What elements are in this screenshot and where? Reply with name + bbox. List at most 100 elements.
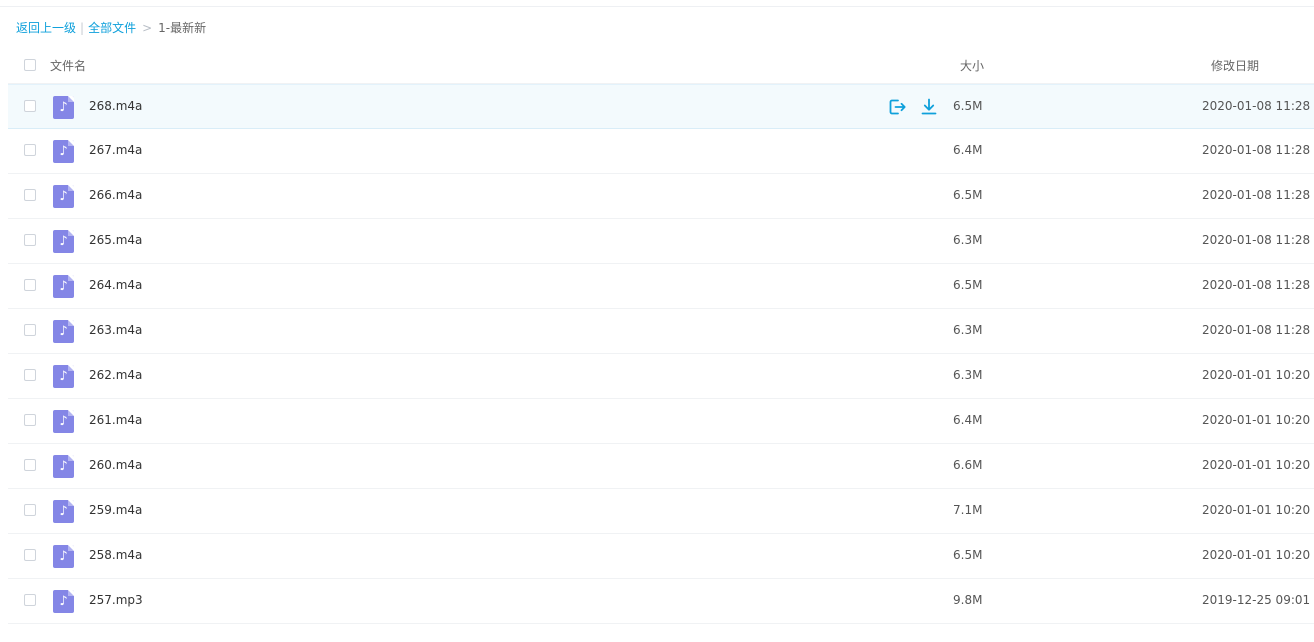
file-size: 6.6M [953,458,983,472]
row-checkbox[interactable] [24,594,36,606]
file-size: 6.5M [953,188,983,202]
table-header: 文件名 大小 修改日期 [8,45,1314,84]
all-files-link[interactable]: 全部文件 [88,21,136,35]
music-note-icon: ♪ [59,549,68,564]
file-name[interactable]: 265.m4a [89,233,142,247]
music-note-icon: ♪ [59,369,68,384]
table-row[interactable]: ♪ 263.m4a 6.3M 2020-01-08 11:28 [8,309,1314,354]
table-row[interactable]: ♪ 259.m4a 7.1M 2020-01-01 10:20 [8,489,1314,534]
table-row[interactable]: ♪ 258.m4a 6.5M 2020-01-01 10:20 [8,534,1314,579]
audio-file-icon: ♪ [53,590,74,613]
music-note-icon: ♪ [59,324,68,339]
music-note-icon: ♪ [59,144,68,159]
top-divider [0,6,1314,7]
row-checkbox[interactable] [24,459,36,471]
file-modified-date: 2020-01-01 10:20 [1202,503,1311,517]
file-size: 6.4M [953,413,983,427]
table-row[interactable]: ♪ 262.m4a 6.3M 2020-01-01 10:20 [8,354,1314,399]
breadcrumb-arrow: > [142,21,153,35]
music-note-icon: ♪ [59,594,68,609]
table-row[interactable]: ♪ 264.m4a 6.5M 2020-01-08 11:28 [8,264,1314,309]
file-name[interactable]: 264.m4a [89,278,142,292]
audio-file-icon: ♪ [53,455,74,478]
row-checkbox[interactable] [24,549,36,561]
audio-file-icon: ♪ [53,96,74,119]
share-icon[interactable] [887,97,907,117]
table-row[interactable]: ♪ 265.m4a 6.3M 2020-01-08 11:28 [8,219,1314,264]
audio-file-icon: ♪ [53,140,74,163]
file-size: 6.3M [953,233,983,247]
audio-file-icon: ♪ [53,545,74,568]
breadcrumb: 返回上一级 | 全部文件 >1-最新新 [16,19,206,37]
select-all-checkbox[interactable] [24,59,36,71]
file-name[interactable]: 257.mp3 [89,593,143,607]
file-modified-date: 2020-01-08 11:28 [1202,99,1311,113]
row-checkbox[interactable] [24,369,36,381]
audio-file-icon: ♪ [53,410,74,433]
table-row[interactable]: ♪ 266.m4a 6.5M 2020-01-08 11:28 [8,174,1314,219]
breadcrumb-separator: | [80,21,85,35]
file-size: 6.5M [953,278,983,292]
file-rows: ♪ 268.m4a 6.5M 2020-01-08 11:28 ♪ 267.m4a 6.4M… [8,84,1314,624]
row-checkbox[interactable] [24,189,36,201]
file-name[interactable]: 267.m4a [89,143,142,157]
header-filename[interactable]: 文件名 [50,57,86,74]
file-modified-date: 2020-01-01 10:20 [1202,368,1311,382]
audio-file-icon: ♪ [53,230,74,253]
row-checkbox[interactable] [24,279,36,291]
file-name[interactable]: 268.m4a [89,99,142,113]
row-checkbox[interactable] [24,324,36,336]
file-size: 6.3M [953,368,983,382]
row-checkbox[interactable] [24,414,36,426]
file-modified-date: 2020-01-08 11:28 [1202,188,1311,202]
row-checkbox[interactable] [24,234,36,246]
audio-file-icon: ♪ [53,365,74,388]
file-modified-date: 2019-12-25 09:01 [1202,593,1311,607]
file-name[interactable]: 263.m4a [89,323,142,337]
file-modified-date: 2020-01-08 11:28 [1202,323,1311,337]
current-folder: 1-最新新 [158,21,207,35]
file-modified-date: 2020-01-01 10:20 [1202,413,1311,427]
file-name[interactable]: 259.m4a [89,503,142,517]
music-note-icon: ♪ [59,189,68,204]
music-note-icon: ♪ [59,100,68,115]
music-note-icon: ♪ [59,414,68,429]
row-checkbox[interactable] [24,144,36,156]
table-row[interactable]: ♪ 267.m4a 6.4M 2020-01-08 11:28 [8,129,1314,174]
music-note-icon: ♪ [59,234,68,249]
file-modified-date: 2020-01-08 11:28 [1202,143,1311,157]
file-size: 6.3M [953,323,983,337]
back-link[interactable]: 返回上一级 [16,21,76,35]
file-size: 6.5M [953,548,983,562]
file-name[interactable]: 260.m4a [89,458,142,472]
music-note-icon: ♪ [59,504,68,519]
table-row[interactable]: ♪ 257.mp3 9.8M 2019-12-25 09:01 [8,579,1314,624]
audio-file-icon: ♪ [53,500,74,523]
file-modified-date: 2020-01-08 11:28 [1202,278,1311,292]
file-size: 6.5M [953,99,983,113]
header-size[interactable]: 大小 [960,57,984,74]
music-note-icon: ♪ [59,279,68,294]
file-size: 6.4M [953,143,983,157]
file-size: 9.8M [953,593,983,607]
audio-file-icon: ♪ [53,320,74,343]
table-row[interactable]: ♪ 268.m4a 6.5M 2020-01-08 11:28 [8,84,1314,129]
file-name[interactable]: 261.m4a [89,413,142,427]
file-name[interactable]: 262.m4a [89,368,142,382]
table-row[interactable]: ♪ 260.m4a 6.6M 2020-01-01 10:20 [8,444,1314,489]
file-list: 文件名 大小 修改日期 ♪ 268.m4a 6.5M 2020-01-08 11:28… [8,45,1314,624]
audio-file-icon: ♪ [53,275,74,298]
file-modified-date: 2020-01-01 10:20 [1202,458,1311,472]
file-modified-date: 2020-01-08 11:28 [1202,233,1311,247]
music-note-icon: ♪ [59,459,68,474]
table-row[interactable]: ♪ 261.m4a 6.4M 2020-01-01 10:20 [8,399,1314,444]
row-checkbox[interactable] [24,100,36,112]
audio-file-icon: ♪ [53,185,74,208]
download-icon[interactable] [919,97,939,117]
file-name[interactable]: 266.m4a [89,188,142,202]
file-modified-date: 2020-01-01 10:20 [1202,548,1311,562]
row-checkbox[interactable] [24,504,36,516]
file-size: 7.1M [953,503,983,517]
file-name[interactable]: 258.m4a [89,548,142,562]
header-modified-date[interactable]: 修改日期 [1211,57,1259,74]
